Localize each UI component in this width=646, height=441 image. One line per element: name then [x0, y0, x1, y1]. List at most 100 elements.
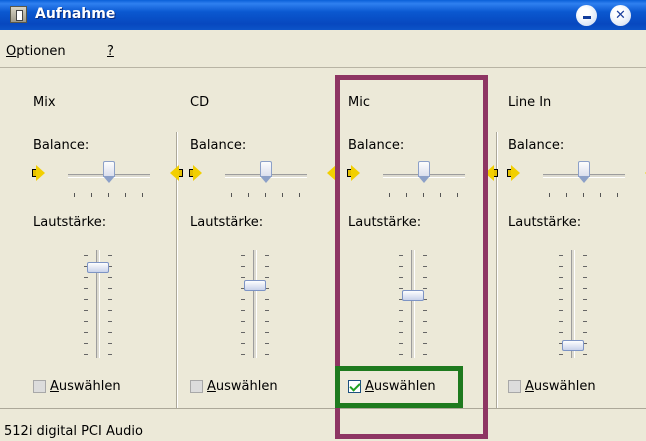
balance-tick: [265, 193, 266, 197]
close-button[interactable]: ✕: [610, 5, 631, 26]
volume-slider-cd[interactable]: [253, 250, 257, 358]
volume-tick: [241, 255, 245, 256]
volume-label-mix: Lautstärke:: [33, 215, 107, 230]
balance-tick: [231, 193, 232, 197]
volume-tick: [559, 288, 563, 289]
volume-tick: [241, 299, 245, 300]
volume-tick: [108, 310, 112, 311]
volume-tick: [108, 354, 112, 355]
title-bar[interactable]: Aufnahme ✕: [0, 0, 646, 30]
volume-tick: [108, 255, 112, 256]
volume-tick: [265, 266, 269, 267]
menu-help[interactable]: ?: [107, 44, 114, 59]
select-label-mnemonic: A: [525, 378, 534, 394]
menu-options-label: ptionen: [16, 44, 66, 59]
select-label-mnemonic: A: [50, 378, 59, 394]
status-bar: 512i digital PCI Audio: [0, 408, 646, 441]
balance-tick: [74, 193, 75, 197]
volume-tick: [583, 266, 587, 267]
volume-tick: [265, 299, 269, 300]
volume-tick: [84, 354, 88, 355]
volume-tick: [583, 310, 587, 311]
volume-tick: [84, 288, 88, 289]
balance-tick: [282, 193, 283, 197]
balance-tick: [566, 193, 567, 197]
channel-name-cd: CD: [190, 95, 210, 110]
volume-tick: [108, 321, 112, 322]
volume-thumb-cd[interactable]: [244, 280, 266, 291]
window-title: Aufnahme: [35, 6, 116, 22]
volume-tick: [265, 354, 269, 355]
select-label-mix: Auswählen: [50, 379, 121, 394]
speaker-left-icon: [189, 165, 203, 181]
balance-tick: [91, 193, 92, 197]
balance-tick: [549, 193, 550, 197]
volume-tick: [84, 332, 88, 333]
volume-tick: [84, 321, 88, 322]
select-label-text: uswählen: [58, 378, 121, 394]
volume-tick: [265, 277, 269, 278]
volume-tick: [559, 321, 563, 322]
balance-tick: [600, 193, 601, 197]
mixer-app-icon: [10, 6, 27, 23]
volume-tick: [84, 255, 88, 256]
volume-tick: [559, 255, 563, 256]
volume-tick: [559, 299, 563, 300]
volume-label-cd: Lautstärke:: [190, 215, 264, 230]
volume-tick: [265, 255, 269, 256]
volume-tick: [559, 332, 563, 333]
balance-tick: [108, 193, 109, 197]
volume-label-line-in: Lautstärke:: [508, 215, 582, 230]
channel-strip-line-in: Line In Balance: Lautstärke: Auswählen: [497, 69, 646, 408]
status-text: 512i digital PCI Audio: [4, 424, 143, 439]
channel-strip-mix: Mix Balance: Lautstärke: Auswählen: [0, 69, 183, 408]
select-checkbox-row-mix[interactable]: Auswählen: [33, 377, 121, 395]
channel-strip-cd: CD Balance: Lautstärke: Auswählen: [177, 69, 340, 408]
select-checkbox-row-line-in[interactable]: Auswählen: [508, 377, 596, 395]
minimize-button[interactable]: [576, 5, 597, 26]
volume-tick: [84, 343, 88, 344]
volume-tick: [241, 277, 245, 278]
volume-tick: [265, 310, 269, 311]
speaker-left-icon: [32, 165, 46, 181]
menu-options[interactable]: Optionen: [6, 44, 66, 59]
volume-tick: [559, 277, 563, 278]
balance-tick: [617, 193, 618, 197]
volume-tick: [108, 288, 112, 289]
speaker-left-icon: [507, 165, 521, 181]
select-label-text: uswählen: [215, 378, 278, 394]
channel-name-line-in: Line In: [508, 95, 552, 110]
volume-tick: [559, 354, 563, 355]
balance-thumb-line-in[interactable]: [578, 161, 590, 185]
volume-tick: [583, 332, 587, 333]
close-icon: ✕: [615, 8, 626, 23]
volume-tick: [241, 310, 245, 311]
menu-help-label: ?: [107, 44, 114, 59]
balance-tick: [583, 193, 584, 197]
select-label-text: uswählen: [533, 378, 596, 394]
menu-options-mnemonic: O: [6, 44, 17, 59]
select-checkbox-line-in[interactable]: [508, 379, 521, 393]
volume-thumb-line-in[interactable]: [562, 340, 584, 351]
select-checkbox-cd[interactable]: [190, 379, 203, 393]
volume-tick: [241, 343, 245, 344]
balance-tick: [125, 193, 126, 197]
balance-tick: [248, 193, 249, 197]
volume-tick: [108, 332, 112, 333]
balance-label-mix: Balance:: [33, 138, 90, 153]
volume-tick: [265, 343, 269, 344]
balance-label-line-in: Balance:: [508, 138, 565, 153]
select-checkbox-row-cd[interactable]: Auswählen: [190, 377, 278, 395]
balance-thumb-mix[interactable]: [103, 161, 115, 185]
volume-tick: [108, 299, 112, 300]
volume-tick: [265, 321, 269, 322]
volume-tick: [241, 321, 245, 322]
volume-tick: [108, 277, 112, 278]
balance-thumb-cd[interactable]: [260, 161, 272, 185]
channel-name-mix: Mix: [33, 95, 56, 110]
volume-tick: [241, 354, 245, 355]
volume-thumb-mix[interactable]: [87, 262, 109, 273]
menu-bar: Optionen ?: [0, 30, 646, 68]
volume-tick: [583, 321, 587, 322]
select-checkbox-mix[interactable]: [33, 379, 46, 393]
